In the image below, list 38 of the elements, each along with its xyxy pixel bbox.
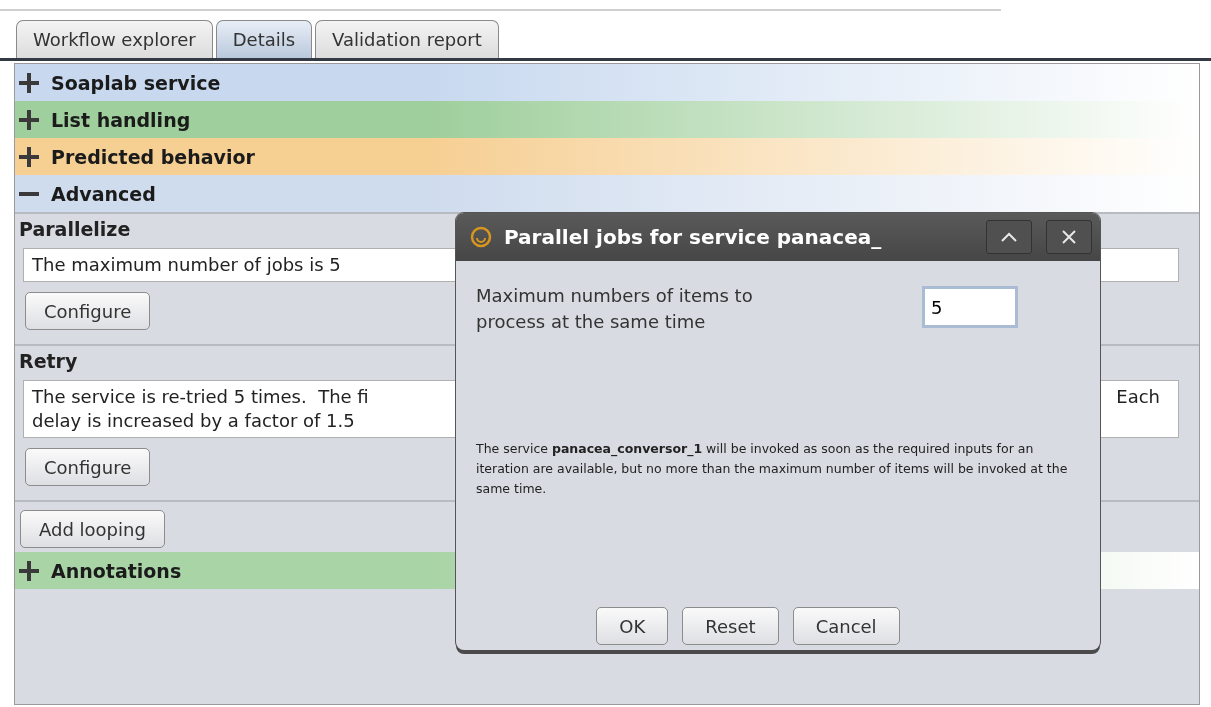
section-title: Predicted behavior	[51, 145, 255, 168]
add-looping-button[interactable]: Add looping	[20, 510, 165, 548]
minus-icon	[17, 191, 41, 196]
description-text: delay is increased by a factor of 1.5	[32, 409, 355, 433]
plus-icon	[17, 144, 41, 169]
tab[interactable]: Validation report	[315, 20, 499, 58]
app-logo-icon	[470, 226, 492, 248]
section-title: Advanced	[51, 182, 156, 205]
chevron-up-icon	[1000, 231, 1018, 243]
value-field[interactable]: 5	[922, 286, 1018, 328]
configure-button[interactable]: Configure	[25, 292, 151, 330]
section-header[interactable]: Predicted behavior	[15, 138, 1199, 175]
close-icon	[1061, 229, 1077, 245]
collapse-button[interactable]	[986, 220, 1032, 254]
reset-button[interactable]: Reset	[682, 607, 779, 645]
description-text: The maximum number of jobs is 5	[32, 253, 341, 277]
plus-icon	[17, 70, 41, 95]
group-title: Retry	[19, 350, 78, 372]
group-title: Parallelize	[19, 218, 131, 240]
ok-button[interactable]: OK	[596, 607, 669, 645]
cancel-button[interactable]: Cancel	[792, 607, 900, 645]
field-label: Maximum numbers of items to process at the same time	[476, 284, 754, 334]
section-header[interactable]: Soaplab service	[15, 64, 1199, 101]
tab[interactable]: Details	[215, 20, 313, 58]
plus-icon	[17, 107, 41, 132]
description-text: The service is re-tried 5 times. The fi	[32, 385, 369, 409]
plus-icon	[17, 558, 41, 583]
configure-button[interactable]: Configure	[25, 448, 151, 486]
section-title: List handling	[51, 108, 191, 131]
section-header[interactable]: Advanced	[15, 175, 1199, 212]
description-text: The service panacea_conversor_1 will be invoked as soon as the required inputs for an iteration are available, but no more than the maximum number of items will be invoked at the same time.	[476, 440, 1069, 498]
tab[interactable]: Workflow explorer	[16, 20, 213, 58]
dialog-title: Parallel jobs for service panacea_	[504, 225, 883, 249]
close-button[interactable]	[1046, 220, 1092, 254]
section-header[interactable]: List handling	[15, 101, 1199, 138]
section-title: Annotations	[51, 559, 182, 582]
section-title: Soaplab service	[51, 71, 221, 94]
description-text: Each	[1116, 385, 1160, 409]
